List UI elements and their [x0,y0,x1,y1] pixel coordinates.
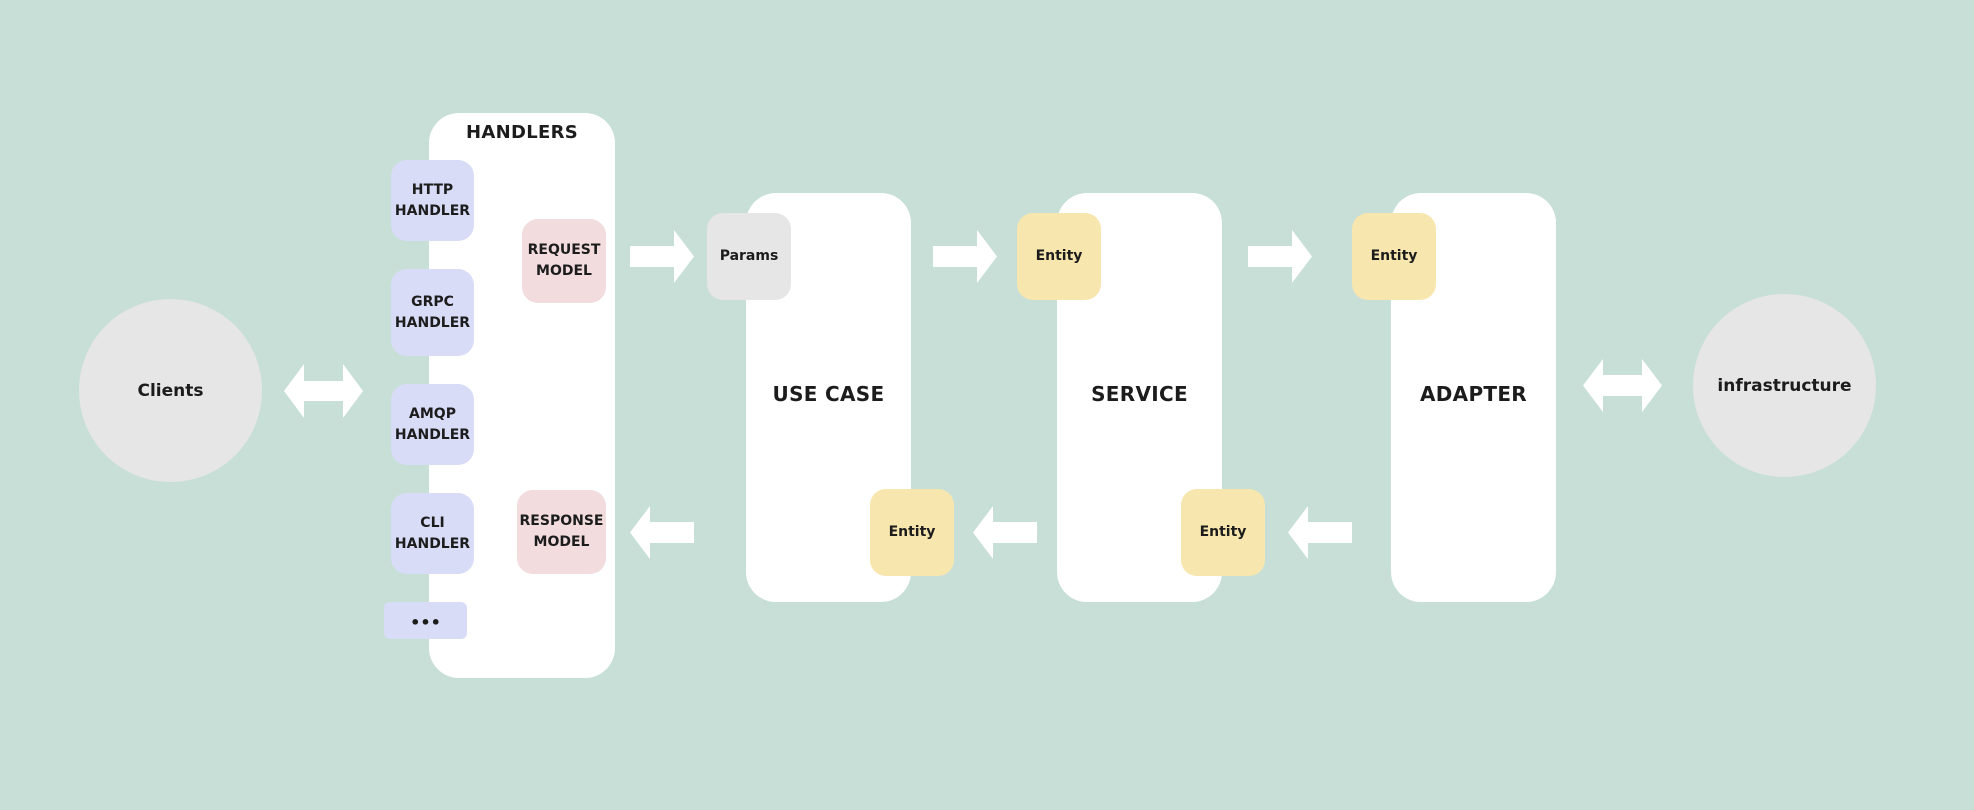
arrow-right-to-use-case [630,230,694,283]
amqp-handler-label: AMQP HANDLER [394,405,471,443]
handlers-title: HANDLERS [466,122,578,143]
cli-handler: CLI HANDLER [391,493,474,574]
use-case-title: USE CASE [772,382,885,406]
use-case-output-entity-label: Entity [888,524,936,540]
arrow-left-to-response-model [630,506,694,559]
http-handler: HTTP HANDLER [391,160,474,241]
service-output-entity-label: Entity [1199,524,1247,540]
infrastructure-label: infrastructure [1717,375,1852,396]
adapter-input-entity-label: Entity [1370,248,1418,264]
service-title: SERVICE [1091,382,1188,406]
response-model-label: RESPONSE MODEL [519,513,604,550]
params-label: Params [719,248,779,264]
params-box: Params [707,213,791,300]
arrow-left-to-use-case [973,506,1037,559]
infrastructure-node: infrastructure [1693,294,1876,477]
request-model-label: REQUEST MODEL [527,242,601,279]
use-case-output-entity: Entity [870,489,954,576]
cli-handler-label: CLI HANDLER [394,514,471,552]
more-handlers: ••• [384,602,467,639]
clients-label: Clients [137,380,204,401]
service-input-entity: Entity [1017,213,1101,300]
more-handlers-ellipsis-icon: ••• [410,613,441,632]
adapter-input-entity: Entity [1352,213,1436,300]
grpc-handler: GRPC HANDLER [391,269,474,356]
response-model: RESPONSE MODEL [517,490,606,574]
arrow-right-to-service [933,230,997,283]
bidirectional-arrow-clients [284,364,363,418]
clients-node: Clients [79,299,262,482]
service-output-entity: Entity [1181,489,1265,576]
adapter-title: ADAPTER [1419,382,1528,406]
arrow-right-to-adapter [1248,230,1312,283]
grpc-handler-label: GRPC HANDLER [394,293,471,331]
amqp-handler: AMQP HANDLER [391,384,474,465]
bidirectional-arrow-infrastructure [1583,359,1662,412]
request-model: REQUEST MODEL [522,219,606,303]
http-handler-label: HTTP HANDLER [394,181,471,219]
arrow-left-to-service [1288,506,1352,559]
service-input-entity-label: Entity [1035,248,1083,264]
